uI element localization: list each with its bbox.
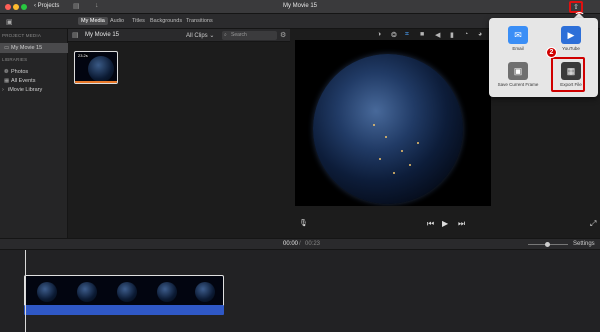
city-light [393,172,395,174]
browser-title: My Movie 15 [85,32,120,38]
city-light [385,136,387,138]
settings-button[interactable]: Settings [573,241,595,247]
sidebar-item-label: Photos [11,69,29,75]
timeline-audio-track[interactable] [24,305,224,315]
clip-frame [67,278,107,306]
sidebar-item-label: My Movie 15 [11,45,43,51]
sidebar-item-project[interactable]: ▭ My Movie 15 [0,43,68,53]
youtube-icon: ▶ [561,26,581,44]
clip-frame [185,278,223,306]
title-bar: ‹ Projects ▤ ↓ My Movie 15 ⇧ [0,0,600,14]
email-icon: ✉ [508,26,528,44]
tab-audio[interactable]: Audio [107,17,127,25]
timeline-toolbar: 00:00 / 00:23 Settings [0,238,600,250]
timeline [0,250,600,332]
media-browser: ▤ My Movie 15 All Clips ⌄ ⌕ Search ⚙ 23.… [68,29,290,238]
clip-frame [107,278,147,306]
share-item-label: Email [512,46,524,51]
browser-header: ▤ My Movie 15 All Clips ⌄ ⌕ Search ⚙ [68,29,290,42]
speed-icon[interactable]: ◔ [464,31,468,38]
fullscreen-icon[interactable]: ⤢ [590,219,596,229]
earth-frame-image [117,282,137,302]
share-item-label: Save Current Frame [497,82,539,87]
search-icon: ⌕ [224,32,227,38]
color-balance-icon[interactable]: ◑ [377,31,381,38]
search-field[interactable]: ⌕ Search [222,31,277,40]
filter-icon[interactable]: ◕ [478,31,482,38]
earth-thumbnail-image [88,56,114,82]
earth-frame-image [37,282,57,302]
noise-reduction-icon[interactable]: ▮ [450,31,454,39]
clip-used-indicator [75,81,117,83]
share-icon: ⇧ [573,4,579,11]
city-light [401,150,403,152]
crop-icon[interactable]: ⌗ [405,31,409,39]
stabilize-icon[interactable]: ■ [420,31,424,38]
city-light [379,158,381,160]
step-2-badge: 2 [546,47,557,58]
share-save-current-frame[interactable]: ▣ Save Current Frame [492,60,544,92]
sidebar-item-label: iMovie Library [8,87,43,93]
window-title: My Movie 15 [282,3,317,9]
clip-duration: 23.2s [77,53,89,58]
sidebar-icon[interactable]: ▤ [72,31,79,39]
tab-transitions[interactable]: Transitions [183,17,216,25]
share-email[interactable]: ✉ Email [492,24,544,56]
color-correction-icon[interactable]: ❂ [391,31,397,39]
time-separator: / [299,241,301,247]
project-icon: ▭ [4,45,10,51]
sidebar-toggle-icon[interactable]: ▣ [3,17,16,27]
clip-frame [27,278,67,306]
sidebar-item-imovie-library[interactable]: › iMovie Library [0,85,68,95]
city-light [373,124,375,126]
image-icon: ▣ [508,62,528,80]
sidebar: PROJECT MEDIA ▭ My Movie 15 LIBRARIES ❁ … [0,29,68,238]
voiceover-mic-icon[interactable]: 🎙 [299,219,308,227]
city-light [409,164,411,166]
skip-back-icon[interactable]: ⏮ [427,219,434,229]
video-preview[interactable] [295,40,491,206]
settings-gear-icon[interactable]: ⚙ [280,31,286,39]
city-light [417,142,419,144]
earth-frame-image [77,282,97,302]
volume-icon[interactable]: ◀ [435,31,440,39]
chevron-down-icon: ⌄ [209,33,215,39]
disclosure-chevron-icon: › [2,87,4,93]
clip-filter-select[interactable]: All Clips ⌄ [186,32,214,39]
sidebar-item-label: All Events [11,78,36,84]
earth-image [313,54,463,204]
total-time: 00:23 [305,241,321,247]
tab-backgrounds[interactable]: Backgrounds [147,17,185,25]
play-icon[interactable]: ▶ [442,219,448,228]
clip-filter-label: All Clips [186,33,208,39]
tab-titles[interactable]: Titles [129,17,148,25]
playhead[interactable] [25,250,26,332]
libraries-heading: LIBRARIES [2,57,28,62]
clip-frame [147,278,187,306]
zoom-slider-knob[interactable] [545,242,550,247]
project-media-heading: PROJECT MEDIA [2,33,42,38]
tab-my-media[interactable]: My Media [78,17,108,25]
media-clip-thumbnail[interactable]: 23.2s [74,51,118,84]
current-time: 00:00 [283,241,299,247]
skip-forward-icon[interactable]: ⏭ [458,219,465,229]
earth-frame-image [195,282,215,302]
earth-frame-image [157,282,177,302]
export-file-highlight [551,57,585,92]
search-placeholder: Search [231,32,247,38]
